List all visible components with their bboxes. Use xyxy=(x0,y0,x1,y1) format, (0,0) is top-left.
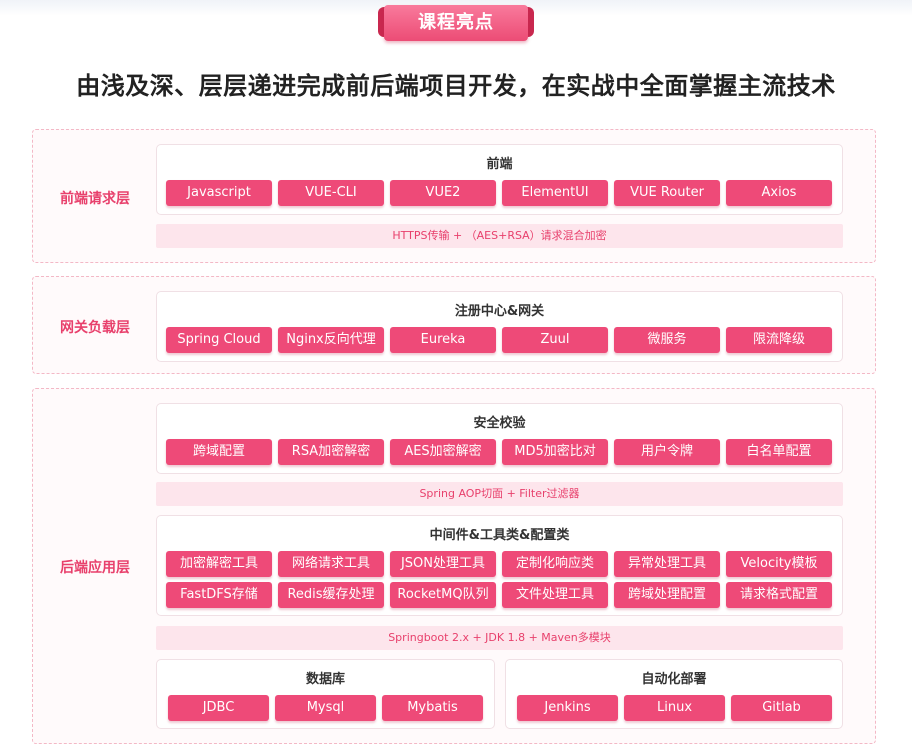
tech-chip: JSON处理工具 xyxy=(390,551,496,577)
gateway-group: 注册中心&网关 Spring Cloud Nginx反向代理 Eureka Zu… xyxy=(156,291,843,362)
frontend-layer-label: 前端请求层 xyxy=(60,191,130,207)
frontend-layer: 前端请求层 前端 Javascript VUE-CLI VUE2 Element… xyxy=(32,129,876,263)
tech-chip: 微服务 xyxy=(614,327,720,353)
highlight-badge: 课程亮点 xyxy=(378,5,534,43)
tech-chip: 异常处理工具 xyxy=(614,551,720,577)
tech-chip: VUE Router xyxy=(614,180,720,206)
tech-chip: Zuul xyxy=(502,327,608,353)
database-group-title: 数据库 xyxy=(305,672,345,687)
tech-chip: Nginx反向代理 xyxy=(278,327,384,353)
tech-chip: 跨域处理配置 xyxy=(614,582,720,608)
main-title: 由浅及深、层层递进完成前后端项目开发，在实战中全面掌握主流技术 xyxy=(76,72,836,100)
middleware-group: 中间件&工具类&配置类 加密解密工具 网络请求工具 JSON处理工具 定制化响应… xyxy=(156,515,843,616)
security-group: 安全校验 跨域配置 RSA加密解密 AES加密解密 MD5加密比对 用户令牌 白… xyxy=(156,403,843,474)
tech-chip: Jenkins xyxy=(517,695,618,721)
tech-chip: Velocity模板 xyxy=(726,551,832,577)
tech-chip: 白名单配置 xyxy=(726,439,832,465)
aop-filter-note: Spring AOP切面 + Filter过滤器 xyxy=(156,482,843,506)
tech-chip: Redis缓存处理 xyxy=(278,582,384,608)
tech-chip: RocketMQ队列 xyxy=(390,582,496,608)
tech-chip: Mybatis xyxy=(382,695,483,721)
badge-label: 课程亮点 xyxy=(384,5,528,41)
tech-chip: 请求格式配置 xyxy=(726,582,832,608)
gateway-layer-label: 网关负载层 xyxy=(60,320,130,336)
tech-chip: 限流降级 xyxy=(726,327,832,353)
frontend-group-title: 前端 xyxy=(486,157,513,172)
tech-chip: ElementUI xyxy=(502,180,608,206)
tech-chip: VUE-CLI xyxy=(278,180,384,206)
deploy-group: 自动化部署 Jenkins Linux Gitlab xyxy=(505,659,843,729)
security-group-title: 安全校验 xyxy=(473,416,526,431)
tech-chip: 跨域配置 xyxy=(166,439,272,465)
tech-chip: 文件处理工具 xyxy=(502,582,608,608)
frontend-group: 前端 Javascript VUE-CLI VUE2 ElementUI VUE… xyxy=(156,144,843,215)
springboot-note: Springboot 2.x + JDK 1.8 + Maven多模块 xyxy=(156,626,843,650)
tech-chip: 加密解密工具 xyxy=(166,551,272,577)
tech-chip: Axios xyxy=(726,180,832,206)
backend-layer: 后端应用层 安全校验 跨域配置 RSA加密解密 AES加密解密 MD5加密比对 … xyxy=(32,388,876,744)
backend-layer-label: 后端应用层 xyxy=(60,560,130,576)
database-group: 数据库 JDBC Mysql Mybatis xyxy=(156,659,495,729)
deploy-group-title: 自动化部署 xyxy=(641,672,707,687)
tech-chip: FastDFS存储 xyxy=(166,582,272,608)
tech-chip: Javascript xyxy=(166,180,272,206)
middleware-group-title: 中间件&工具类&配置类 xyxy=(429,528,570,543)
tech-chip: 网络请求工具 xyxy=(278,551,384,577)
tech-chip: Eureka xyxy=(390,327,496,353)
tech-chip: Gitlab xyxy=(731,695,832,721)
tech-chip: AES加密解密 xyxy=(390,439,496,465)
frontend-encryption-note: HTTPS传输 + （AES+RSA）请求混合加密 xyxy=(156,224,843,248)
tech-chip: 定制化响应类 xyxy=(502,551,608,577)
tech-chip: Linux xyxy=(624,695,725,721)
tech-chip: 用户令牌 xyxy=(614,439,720,465)
course-highlights-page: 课程亮点 由浅及深、层层递进完成前后端项目开发，在实战中全面掌握主流技术 前端请… xyxy=(0,0,912,753)
tech-chip: Spring Cloud xyxy=(166,327,272,353)
tech-chip: RSA加密解密 xyxy=(278,439,384,465)
tech-chip: MD5加密比对 xyxy=(502,439,608,465)
gateway-group-title: 注册中心&网关 xyxy=(454,304,545,319)
tech-chip: Mysql xyxy=(275,695,376,721)
tech-chip: JDBC xyxy=(168,695,269,721)
gateway-layer: 网关负载层 注册中心&网关 Spring Cloud Nginx反向代理 Eur… xyxy=(32,276,876,374)
tech-chip: VUE2 xyxy=(390,180,496,206)
